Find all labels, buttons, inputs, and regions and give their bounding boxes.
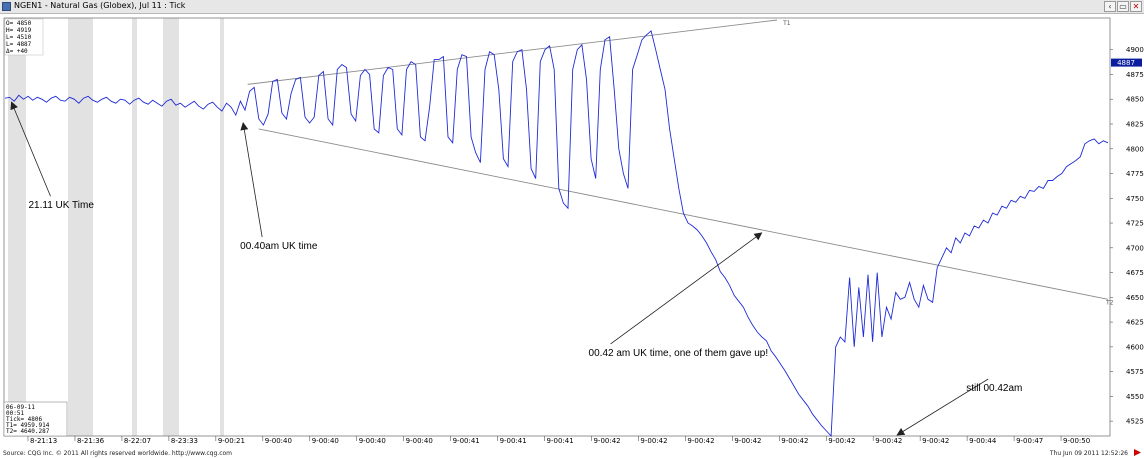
y-tick-label: 4875 <box>1126 71 1144 79</box>
annotation-label: 00.42 am UK time, one of them gave up! <box>589 348 769 359</box>
x-tick-label: 9-00:41 <box>500 437 527 445</box>
x-tick-label: 9-00:47 <box>1016 437 1043 445</box>
price-chart[interactable]: 4525 4550 4575 4600 4625 4650 4675 4700 4725 4750… <box>0 14 1144 458</box>
app-icon <box>2 2 11 11</box>
current-price-label: 4887 <box>1117 59 1135 67</box>
y-tick-label: 4900 <box>1126 46 1144 54</box>
window-controls: ‹ ▭ ✕ <box>1104 1 1142 13</box>
y-tick-label: 4700 <box>1126 244 1144 252</box>
trendline-T2 <box>258 128 1109 300</box>
scroll-right-arrow-icon[interactable] <box>1134 449 1141 456</box>
x-tick-label: 9-00:42 <box>593 437 620 445</box>
annotation-arrow <box>610 232 763 345</box>
x-tick-label: 9-00:42 <box>781 437 808 445</box>
trendlines: T1 T2 <box>247 19 1114 306</box>
annotation-label: still 00.42am <box>966 383 1022 394</box>
y-tick-label: 4550 <box>1126 393 1144 401</box>
x-tick-label: 9-00:42 <box>875 437 902 445</box>
trendline-label: T2 <box>1105 299 1114 306</box>
cursor-t2: T2= 4640.287 <box>6 428 50 435</box>
y-tick-label: 4800 <box>1126 145 1144 153</box>
x-tick-label: 8-22:07 <box>124 437 151 445</box>
x-tick-label: 9-00:42 <box>828 437 855 445</box>
minimize-button[interactable]: ‹ <box>1104 1 1116 12</box>
x-tick-label: 9-00:41 <box>453 437 480 445</box>
y-tick-label: 4625 <box>1126 319 1144 327</box>
y-tick-label: 4775 <box>1126 170 1144 178</box>
y-tick-label: 4575 <box>1126 368 1144 376</box>
cursor-info-box: 06-09-11 00:51 Tick= 4806 T1= 4959.914 T… <box>3 401 68 437</box>
info-last: L= 4887 <box>6 41 32 48</box>
y-tick-label: 4725 <box>1126 220 1144 228</box>
source-footer: Source: CQG Inc. © 2011 All rights reser… <box>3 450 232 457</box>
maximize-button[interactable]: ▭ <box>1117 1 1129 12</box>
trendline-label: T1 <box>782 20 791 27</box>
annotation-label: 21.11 UK Time <box>29 200 95 211</box>
x-tick-label: 9-00:42 <box>640 437 667 445</box>
y-tick-label: 4675 <box>1126 269 1144 277</box>
x-tick-label: 9-00:44 <box>969 437 997 445</box>
session-band-2 <box>132 18 137 436</box>
session-band-0 <box>8 18 26 436</box>
x-tick-label: 9-00:42 <box>687 437 714 445</box>
y-tick-label: 4750 <box>1126 195 1144 203</box>
info-low: L= 4510 <box>6 34 32 41</box>
y-axis: 4525 4550 4575 4600 4625 4650 4675 4700 4725 4750… <box>1110 46 1144 426</box>
x-tick-label: 9-00:40 <box>312 437 339 445</box>
y-tick-label: 4850 <box>1126 96 1144 104</box>
y-tick-label: 4825 <box>1126 121 1144 129</box>
x-tick-label: 8-23:33 <box>171 437 198 445</box>
info-change: Δ= +40 <box>6 48 28 55</box>
x-tick-label: 9-00:40 <box>359 437 386 445</box>
x-axis: 8-21:13 8-21:36 8-22:07 8-23:33 9-00:21 9-00:… <box>27 436 1090 445</box>
annotation-arrow <box>240 122 263 238</box>
x-tick-label: 9-00:50 <box>1063 437 1090 445</box>
close-button[interactable]: ✕ <box>1130 1 1142 12</box>
window-title: NGEN1 - Natural Gas (Globex), Jul 11 : T… <box>14 1 186 10</box>
session-band-3 <box>163 18 179 436</box>
y-tick-label: 4650 <box>1126 294 1144 302</box>
current-price-tag: 4887 <box>1111 58 1142 67</box>
x-tick-label: 8-21:13 <box>30 437 57 445</box>
x-tick-label: 9-00:42 <box>734 437 761 445</box>
info-open: O= 4850 <box>6 20 32 27</box>
session-band-1 <box>68 18 93 436</box>
session-bands <box>8 18 224 436</box>
y-tick-label: 4525 <box>1126 418 1144 426</box>
x-tick-label: 9-00:41 <box>547 437 574 445</box>
x-tick-label: 9-00:40 <box>406 437 433 445</box>
x-tick-label: 9-00:42 <box>922 437 949 445</box>
ohlc-info-box: O= 4850 H= 4919 L= 4510 L= 4887 Δ= +40 <box>4 18 44 56</box>
info-high: H= 4919 <box>6 27 32 34</box>
x-tick-label: 9-00:21 <box>218 437 245 445</box>
chart-window: NGEN1 - Natural Gas (Globex), Jul 11 : T… <box>0 0 1144 458</box>
session-band-4 <box>220 18 224 436</box>
x-tick-label: 8-21:36 <box>77 437 105 445</box>
x-tick-label: 9-00:40 <box>265 437 292 445</box>
annotation-label: 00.40am UK time <box>240 241 318 252</box>
y-tick-label: 4600 <box>1126 343 1144 351</box>
title-bar[interactable]: NGEN1 - Natural Gas (Globex), Jul 11 : T… <box>0 0 1144 14</box>
timestamp-footer: Thu Jun 09 2011 12:52:26 <box>1049 450 1128 457</box>
